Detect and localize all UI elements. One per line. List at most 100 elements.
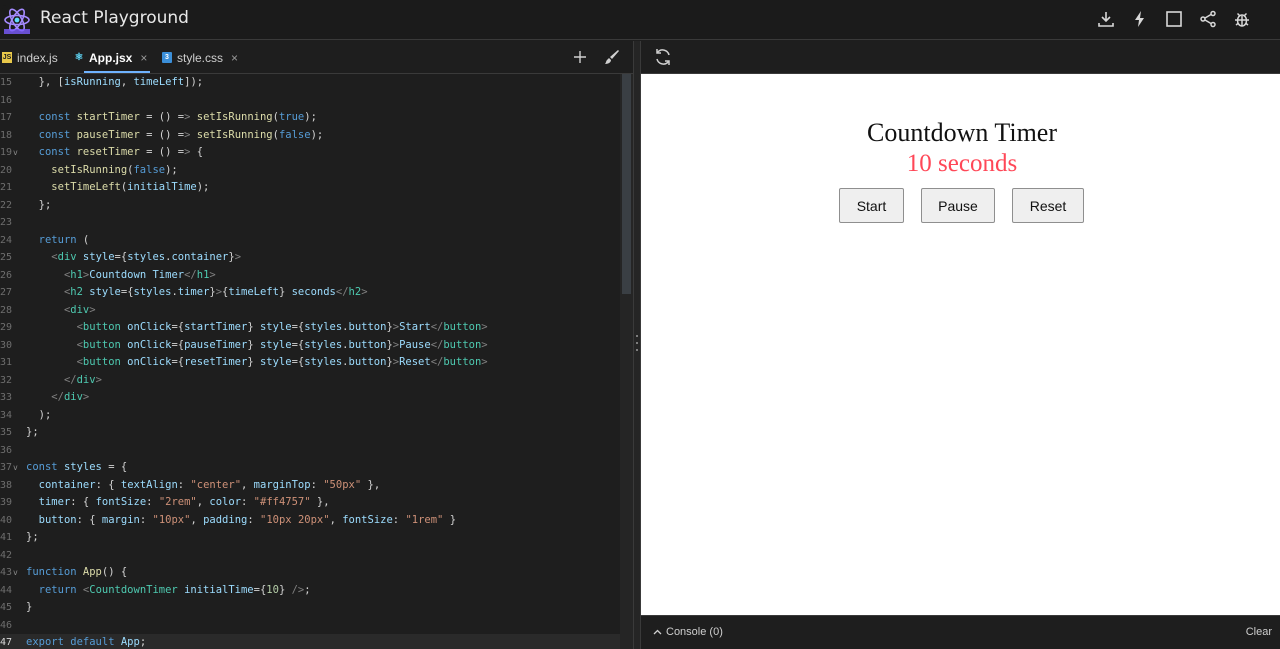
tab-style-css[interactable]: 3 style.css × bbox=[162, 41, 238, 74]
tab-label: index.js bbox=[17, 50, 58, 65]
line-number: 45 bbox=[0, 602, 13, 613]
line-number: 38 bbox=[0, 479, 13, 491]
line-number: 24 bbox=[0, 234, 13, 246]
preview-toolbar bbox=[641, 41, 1280, 74]
line-number: 40 bbox=[0, 514, 13, 526]
code-line[interactable]: 45} bbox=[0, 599, 620, 617]
react-playground-app: React Playground JS index.js ⚛ App.jsx ×… bbox=[0, 0, 1280, 649]
code-line[interactable]: 24 return ( bbox=[0, 232, 620, 250]
code-line[interactable]: 43 v function App() { bbox=[0, 564, 620, 582]
code-line[interactable]: 15 }, [isRunning, timeLeft]); bbox=[0, 74, 620, 92]
pane-resize-handle[interactable] bbox=[633, 41, 641, 649]
console-toggle[interactable]: Console (0) bbox=[653, 626, 723, 638]
code-line[interactable]: 47 export default App; bbox=[0, 634, 620, 649]
code-line[interactable]: 38 container: { textAlign: "center", mar… bbox=[0, 477, 620, 495]
line-number: 35 bbox=[0, 427, 13, 438]
code-line[interactable]: 26 <h1>Countdown Timer</h1> bbox=[0, 267, 620, 285]
code-line[interactable]: 29 <button onClick={startTimer} style={s… bbox=[0, 319, 620, 337]
js-file-icon: JS bbox=[2, 52, 12, 63]
line-text: <button onClick={pauseTimer} style={styl… bbox=[76, 338, 488, 351]
line-text: const pauseTimer = () => setIsRunning(fa… bbox=[38, 128, 324, 141]
line-number: 41 bbox=[0, 532, 13, 543]
tab-label: App.jsx bbox=[89, 50, 133, 65]
line-text: setTimeLeft(initialTime); bbox=[51, 181, 210, 193]
editor-scrollbar[interactable] bbox=[620, 74, 633, 649]
code-line[interactable]: 31 <button onClick={resetTimer} style={s… bbox=[0, 354, 620, 372]
code-line[interactable]: 18 const pauseTimer = () => setIsRunning… bbox=[0, 127, 620, 145]
line-number: 25 bbox=[0, 252, 13, 263]
line-number: 19 bbox=[0, 147, 13, 158]
code-line[interactable]: 44 return <CountdownTimer initialTime={1… bbox=[0, 582, 620, 600]
editor-scrollbar-thumb[interactable] bbox=[622, 74, 631, 294]
line-text: <div style={styles.container}> bbox=[51, 251, 242, 263]
fold-chevron-icon[interactable]: v bbox=[13, 144, 18, 162]
line-number: 16 bbox=[0, 94, 13, 106]
code-line[interactable]: 25 <div style={styles.container}> bbox=[0, 249, 620, 267]
download-button[interactable] bbox=[1096, 7, 1116, 31]
code-line[interactable]: 22 }; bbox=[0, 197, 620, 215]
line-number: 42 bbox=[0, 549, 13, 561]
code-line[interactable]: 27 <h2 style={styles.timer}>{timeLeft} s… bbox=[0, 284, 620, 302]
code-line[interactable]: 46 bbox=[0, 617, 620, 635]
header-actions bbox=[1096, 7, 1252, 31]
line-number: 47 bbox=[0, 637, 13, 648]
css-file-icon: 3 bbox=[162, 52, 172, 63]
code-area[interactable]: 15 }, [isRunning, timeLeft]); 16 17 const … bbox=[0, 74, 620, 649]
tab-label: style.css bbox=[177, 50, 224, 65]
line-text: timer: { fontSize: "2rem", color: "#ff47… bbox=[38, 496, 330, 508]
code-line[interactable]: 20 setIsRunning(false); bbox=[0, 162, 620, 180]
code-line[interactable]: 35}; bbox=[0, 424, 620, 442]
line-text: </div> bbox=[63, 373, 102, 386]
line-text: }; bbox=[26, 426, 39, 438]
fullscreen-button[interactable] bbox=[1164, 7, 1184, 31]
format-button[interactable] bbox=[603, 47, 621, 67]
preview-timer-text: 10 seconds bbox=[906, 150, 1018, 177]
code-line[interactable]: 16 bbox=[0, 92, 620, 110]
line-number: 36 bbox=[0, 444, 13, 456]
close-icon[interactable]: × bbox=[140, 51, 147, 65]
code-line[interactable]: 41}; bbox=[0, 529, 620, 547]
brush-icon bbox=[605, 50, 619, 64]
share-button[interactable] bbox=[1198, 7, 1218, 31]
tab-app-jsx[interactable]: ⚛ App.jsx × bbox=[74, 41, 148, 74]
start-button[interactable]: Start bbox=[839, 188, 904, 223]
line-number: 39 bbox=[0, 497, 13, 508]
editor-tabbar: JS index.js ⚛ App.jsx × 3 style.css × bbox=[0, 41, 633, 74]
console-clear-button[interactable]: Clear bbox=[1246, 626, 1272, 638]
line-text: const styles = { bbox=[26, 461, 128, 473]
code-line[interactable]: 30 <button onClick={pauseTimer} style={s… bbox=[0, 337, 620, 355]
line-number: 29 bbox=[0, 322, 13, 333]
line-number: 23 bbox=[0, 217, 13, 228]
fold-chevron-icon[interactable]: v bbox=[13, 459, 18, 477]
line-number: 27 bbox=[0, 287, 13, 298]
code-line[interactable]: 23 bbox=[0, 214, 620, 232]
pause-button[interactable]: Pause bbox=[921, 188, 995, 223]
reset-button[interactable]: Reset bbox=[1012, 188, 1084, 223]
code-line[interactable]: 17 const startTimer = () => setIsRunning… bbox=[0, 109, 620, 127]
code-line[interactable]: 42 bbox=[0, 547, 620, 565]
tab-index-js[interactable]: JS index.js bbox=[2, 41, 58, 74]
debug-button[interactable] bbox=[1232, 7, 1252, 31]
code-line[interactable]: 37 v const styles = { bbox=[0, 459, 620, 477]
lightning-button[interactable] bbox=[1130, 7, 1150, 31]
download-icon bbox=[1098, 12, 1114, 27]
code-line[interactable]: 34 ); bbox=[0, 407, 620, 425]
jsx-file-icon: ⚛ bbox=[74, 51, 84, 63]
code-line[interactable]: 21 setTimeLeft(initialTime); bbox=[0, 179, 620, 197]
console-label: Console (0) bbox=[666, 626, 723, 638]
code-line[interactable]: 40 button: { margin: "10px", padding: "1… bbox=[0, 512, 620, 530]
refresh-button[interactable] bbox=[653, 47, 673, 67]
add-file-button[interactable] bbox=[571, 47, 589, 67]
code-line[interactable]: 19 v const resetTimer = () => { bbox=[0, 144, 620, 162]
code-line[interactable]: 33 </div> bbox=[0, 389, 620, 407]
line-number: 18 bbox=[0, 129, 13, 141]
line-text: button: { margin: "10px", padding: "10px… bbox=[38, 513, 457, 526]
code-line[interactable]: 36 bbox=[0, 442, 620, 460]
code-line[interactable]: 28 <div> bbox=[0, 302, 620, 320]
fold-chevron-icon[interactable]: v bbox=[13, 564, 18, 582]
code-line[interactable]: 32 </div> bbox=[0, 372, 620, 390]
line-text: <button onClick={startTimer} style={styl… bbox=[76, 321, 488, 333]
close-icon[interactable]: × bbox=[231, 51, 238, 65]
code-line[interactable]: 39 timer: { fontSize: "2rem", color: "#f… bbox=[0, 494, 620, 512]
line-text: const resetTimer = () => { bbox=[38, 146, 204, 158]
